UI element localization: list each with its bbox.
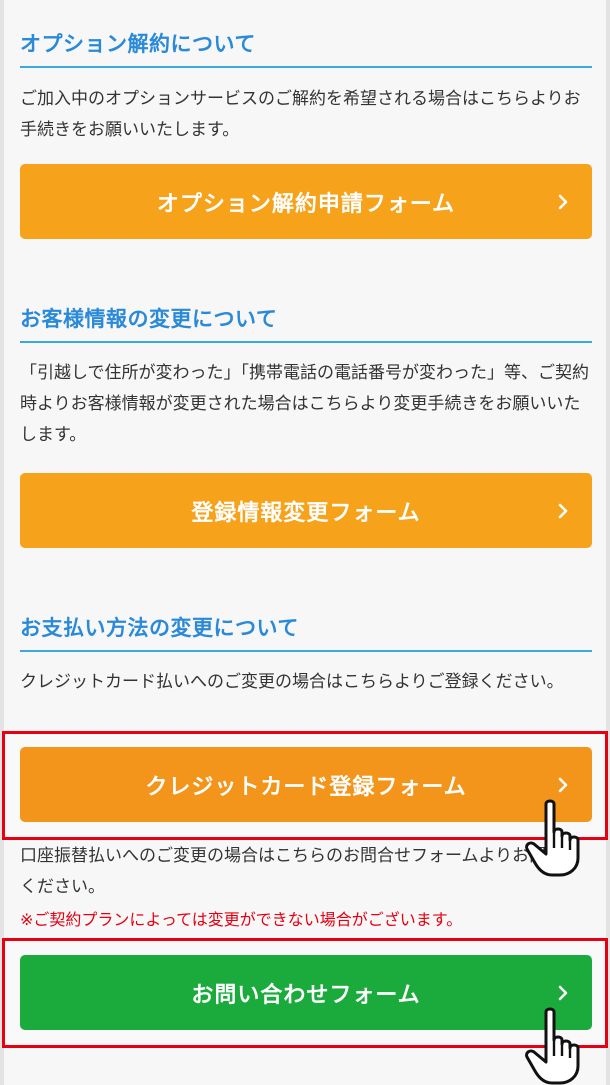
payment-text: クレジットカード払いへのご変更の場合はこちらよりご登録ください。 <box>20 672 564 692</box>
chevron-right-icon <box>558 194 568 209</box>
bank-transfer-text: 口座振替払いへのご変更の場合はこちらのお問合せフォームよりお問合せください。 <box>20 846 581 897</box>
option-text: ご加入中のオプションサービスのご解約を希望される場合はこちらよりお手続きをお願い… <box>20 89 581 140</box>
credit-card-button[interactable]: クレジットカード登録フォーム <box>20 747 592 822</box>
option-cancel-button-label: オプション解約申請フォーム <box>156 191 456 217</box>
payment-heading: お支払い方法の変更について <box>20 612 592 652</box>
credit-card-button-label: クレジットカード登録フォーム <box>145 774 467 800</box>
registration-change-button[interactable]: 登録情報変更フォーム <box>20 473 592 548</box>
chevron-right-icon <box>558 985 568 1000</box>
customer-heading: お客様情報の変更について <box>20 303 592 343</box>
contact-form-button[interactable]: お問い合わせフォーム <box>20 955 592 1030</box>
contact-form-button-label: お問い合わせフォーム <box>191 982 421 1008</box>
customer-text: 「引越しで住所が変わった」「携帯電話の電話番号が変わった」等、ご契約時よりお客様… <box>20 363 589 445</box>
page-content: オプション解約について ご加入中のオプションサービスのご解約を希望される場合はこ… <box>0 0 610 1085</box>
plan-note: ※ご契約プランによっては変更ができない場合がございます。 <box>20 910 463 929</box>
registration-change-button-label: 登録情報変更フォーム <box>191 500 421 526</box>
hand-pointer-icon <box>525 799 580 877</box>
chevron-right-icon <box>558 777 568 792</box>
option-heading: オプション解約について <box>20 28 592 68</box>
chevron-right-icon <box>558 503 568 518</box>
hand-pointer-icon <box>525 1007 580 1085</box>
option-cancel-button[interactable]: オプション解約申請フォーム <box>20 164 592 239</box>
